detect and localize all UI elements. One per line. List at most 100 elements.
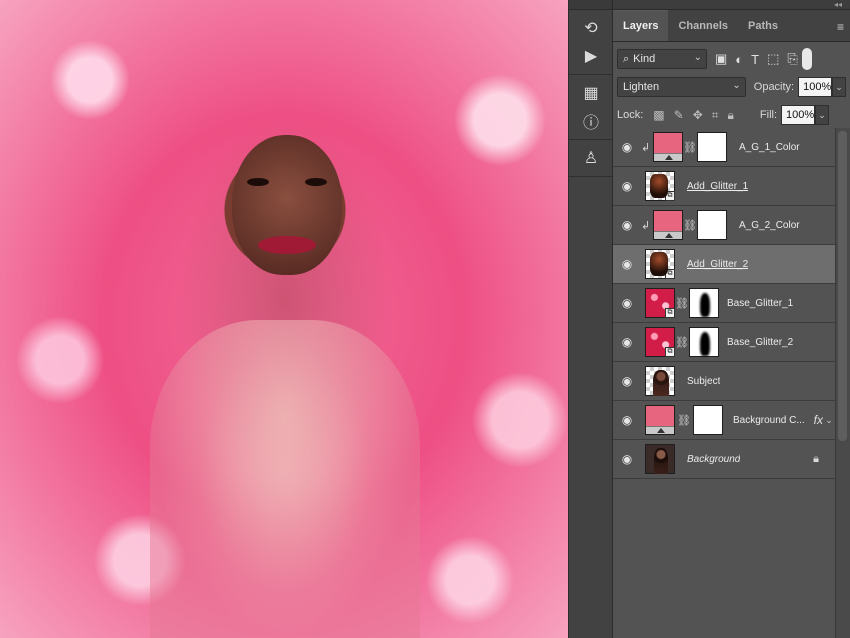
right-eye xyxy=(305,178,327,186)
layer-name[interactable]: Background xyxy=(687,454,740,465)
layer-thumbnail: ⧉ xyxy=(645,171,675,201)
chevron-down-icon[interactable]: ⌄ xyxy=(824,415,834,426)
lock-artboard-icon[interactable]: ⌗ xyxy=(712,108,719,123)
lock-transparent-icon[interactable]: ▩ xyxy=(653,108,664,123)
eye-icon[interactable]: ◉ xyxy=(613,179,641,193)
layer-row[interactable]: ◉ Subject xyxy=(613,362,835,401)
layer-name[interactable]: Base_Glitter_1 xyxy=(727,298,793,309)
layer-name[interactable]: A_G_1_Color xyxy=(739,142,800,153)
layer-name[interactable]: Add_Glitter_2 xyxy=(687,259,748,270)
opacity-input[interactable]: 100% xyxy=(798,77,833,97)
shape-filter-icon[interactable]: ⬚ xyxy=(767,51,779,67)
clipping-arrow-icon: ↲ xyxy=(641,141,651,154)
fx-icon[interactable]: fx xyxy=(814,413,823,427)
chain-link-icon[interactable]: ⛓ xyxy=(675,297,689,310)
libraries-icon[interactable]: ▦ xyxy=(569,79,613,107)
eye-icon[interactable]: ◉ xyxy=(613,413,641,427)
subject-face xyxy=(232,135,342,275)
panel-collapse-grip[interactable]: ◂◂ xyxy=(613,0,850,10)
strip-grip[interactable] xyxy=(569,0,612,10)
clone-source-icon[interactable]: ♙ xyxy=(569,144,613,172)
strip-group-1: ⟲ ▶ xyxy=(569,10,612,75)
eye-icon[interactable]: ◉ xyxy=(613,140,641,154)
layer-row[interactable]: ◉ Background 🔒︎ xyxy=(613,440,835,479)
layer-row-selected[interactable]: ◉ ⧉ Add_Glitter_2 xyxy=(613,245,835,284)
layer-name[interactable]: Base_Glitter_2 xyxy=(727,337,793,348)
chain-link-icon[interactable]: ⛓ xyxy=(683,219,697,232)
layer-row[interactable]: ◉ ⧉ ⛓ Base_Glitter_1 xyxy=(613,284,835,323)
eye-icon[interactable]: ◉ xyxy=(613,218,641,232)
chain-link-icon[interactable]: ⛓ xyxy=(675,414,693,427)
layers-panel: ◂◂ Layers Channels Paths ≡ ⌕ Kind ⌄ ▣ ◐ … xyxy=(612,0,850,638)
layer-name[interactable]: Add_Glitter_1 xyxy=(687,181,748,192)
pixel-filter-icon[interactable]: ▣ xyxy=(715,51,727,67)
clipping-arrow-icon: ↲ xyxy=(641,219,651,232)
layer-row[interactable]: ◉ ⛓ Background C... fx ⌄ xyxy=(613,401,835,440)
layers-list: ◉ ↲ ⛓ A_G_1_Color ◉ ⧉ Add_Glitter_1 ◉ ↲ … xyxy=(613,128,835,479)
layer-mask-thumbnail[interactable] xyxy=(693,405,723,435)
layer-thumbnail xyxy=(645,405,675,435)
panel-menu-icon[interactable]: ≡ xyxy=(837,20,844,34)
blend-mode-value: Lighten xyxy=(623,81,660,93)
adjustment-filter-icon[interactable]: ◐ xyxy=(735,52,743,67)
blend-row: Lighten ⌄ Opacity: 100% ⌄ xyxy=(613,73,850,101)
filter-toggle[interactable] xyxy=(801,48,812,70)
type-filter-icon[interactable]: T xyxy=(751,52,759,67)
actions-play-icon[interactable]: ▶ xyxy=(569,42,613,70)
subject-body xyxy=(150,320,420,638)
subject-lips xyxy=(258,236,316,254)
layer-row[interactable]: ◉ ⧉ ⛓ Base_Glitter_2 xyxy=(613,323,835,362)
chain-link-icon[interactable]: ⛓ xyxy=(675,336,689,349)
strip-group-2: ▦ ⓘ xyxy=(569,75,612,140)
filter-kind-label: Kind xyxy=(633,53,656,65)
lock-icon: 🔒︎ xyxy=(813,452,819,465)
lock-position-move-icon[interactable]: ✥ xyxy=(693,108,703,123)
panel-tabs: Layers Channels Paths ≡ xyxy=(613,10,850,42)
fill-chevron-icon[interactable]: ⌄ xyxy=(815,105,830,125)
document-canvas[interactable] xyxy=(0,0,568,638)
layer-row[interactable]: ◉ ↲ ⛓ A_G_2_Color xyxy=(613,206,835,245)
smart-object-filter-icon[interactable]: ⎘ xyxy=(787,51,797,67)
left-eye xyxy=(247,178,269,186)
layer-name[interactable]: Background C... xyxy=(733,415,807,426)
layer-mask-thumbnail[interactable] xyxy=(697,132,727,162)
lock-label: Lock: xyxy=(617,109,644,121)
eye-icon[interactable]: ◉ xyxy=(613,374,641,388)
info-icon[interactable]: ⓘ xyxy=(569,107,613,135)
eye-icon[interactable]: ◉ xyxy=(613,296,641,310)
tab-layers[interactable]: Layers xyxy=(613,10,669,41)
opacity-label: Opacity: xyxy=(753,81,795,93)
strip-group-3: ♙ xyxy=(569,140,612,177)
layer-mask-thumbnail[interactable] xyxy=(697,210,727,240)
lock-pixels-brush-icon[interactable]: ✎ xyxy=(674,108,684,123)
layer-mask-thumbnail[interactable] xyxy=(689,327,719,357)
tab-channels[interactable]: Channels xyxy=(668,10,738,41)
layer-thumbnail: ⧉ xyxy=(645,288,675,318)
layer-row[interactable]: ◉ ↲ ⛓ A_G_1_Color xyxy=(613,128,835,167)
scrollbar-thumb[interactable] xyxy=(838,131,847,441)
lock-icons: ▩ ✎ ✥ ⌗ 🔒︎ xyxy=(653,108,734,123)
chain-link-icon[interactable]: ⛓ xyxy=(683,141,697,154)
filter-kind-dropdown[interactable]: ⌕ Kind ⌄ xyxy=(617,49,707,69)
layers-scrollbar[interactable] xyxy=(835,128,850,638)
layer-thumbnail: ⧉ xyxy=(645,249,675,279)
blend-mode-dropdown[interactable]: Lighten ⌄ xyxy=(617,77,746,97)
chevron-down-icon: ⌄ xyxy=(732,80,741,91)
opacity-chevron-icon[interactable]: ⌄ xyxy=(832,77,846,97)
layer-mask-thumbnail[interactable] xyxy=(689,288,719,318)
layer-thumbnail: ⧉ xyxy=(645,327,675,357)
eye-icon[interactable]: ◉ xyxy=(613,335,641,349)
layer-name[interactable]: A_G_2_Color xyxy=(739,220,800,231)
layer-name[interactable]: Subject xyxy=(687,376,720,387)
history-icon[interactable]: ⟲ xyxy=(569,14,613,42)
collapsed-panel-strip: ⟲ ▶ ▦ ⓘ ♙ xyxy=(568,0,612,638)
lock-all-icon[interactable]: 🔒︎ xyxy=(728,108,734,123)
tab-paths[interactable]: Paths xyxy=(738,10,788,41)
layer-thumbnail xyxy=(645,366,675,396)
eye-icon[interactable]: ◉ xyxy=(613,257,641,271)
eye-icon[interactable]: ◉ xyxy=(613,452,641,466)
fill-input[interactable]: 100% xyxy=(781,105,816,125)
chevron-down-icon: ⌄ xyxy=(693,52,702,63)
layer-thumbnail xyxy=(645,444,675,474)
layer-row[interactable]: ◉ ⧉ Add_Glitter_1 xyxy=(613,167,835,206)
